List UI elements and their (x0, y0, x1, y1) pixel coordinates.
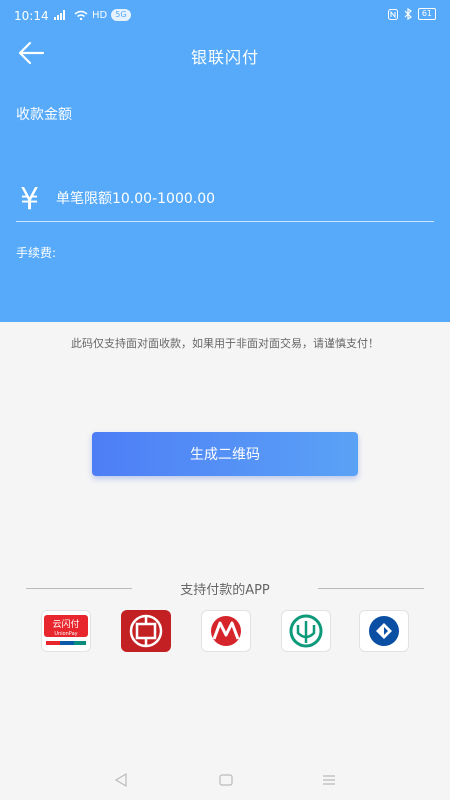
network-type: HD (92, 9, 108, 21)
app-cloud-quickpass-sub: UnionPay (54, 631, 77, 637)
bluetooth-icon (404, 8, 412, 20)
page-title: 银联闪付 (190, 48, 259, 67)
signal-icon (54, 10, 65, 20)
generate-qrcode-button[interactable]: 生成二维码 (92, 432, 358, 476)
ccb-icon (369, 616, 399, 646)
currency-symbol: ¥ (20, 182, 40, 217)
header-panel: 10:14 HD 5G 61 银联闪付 收款金额 ¥ 单笔限额10.00-100… (0, 0, 450, 322)
apps-section-header: 支持付款的APP (0, 578, 450, 598)
nfc-icon (387, 8, 398, 20)
cmb-icon (211, 616, 241, 646)
status-right-icons: 61 (387, 8, 436, 20)
fee-label: 手续费: (16, 246, 57, 260)
app-ccb[interactable] (359, 610, 409, 652)
amount-underline (16, 221, 434, 222)
system-nav-bar (0, 760, 450, 800)
network-badge: 5G (111, 9, 131, 21)
abc-icon (289, 614, 323, 648)
divider-right (318, 588, 424, 589)
app-abc[interactable] (281, 610, 331, 652)
amount-input[interactable] (56, 186, 426, 212)
notice-text: 此码仅支持面对面收款，如果用于非面对面交易，请谨慎支付！ (71, 337, 379, 350)
status-bar: 10:14 HD 5G 61 (0, 0, 450, 34)
app-icbc[interactable] (121, 610, 171, 652)
cloud-quickpass-icon: 云闪付 UnionPay (42, 611, 90, 651)
status-signal-icons: HD 5G (54, 9, 131, 21)
app-cloud-quickpass-text: 云闪付 (52, 619, 79, 630)
status-time: 10:14 (14, 9, 49, 23)
nav-menu-icon[interactable] (321, 772, 337, 788)
app-cloud-quickpass[interactable]: 云闪付 UnionPay (41, 610, 91, 652)
nav-back-icon[interactable] (114, 772, 128, 788)
wifi-icon (74, 10, 88, 20)
battery-indicator: 61 (417, 8, 436, 20)
app-cmb[interactable] (201, 610, 251, 652)
icbc-icon (129, 614, 163, 648)
nav-home-icon[interactable] (218, 772, 234, 788)
amount-label: 收款金额 (16, 107, 72, 123)
